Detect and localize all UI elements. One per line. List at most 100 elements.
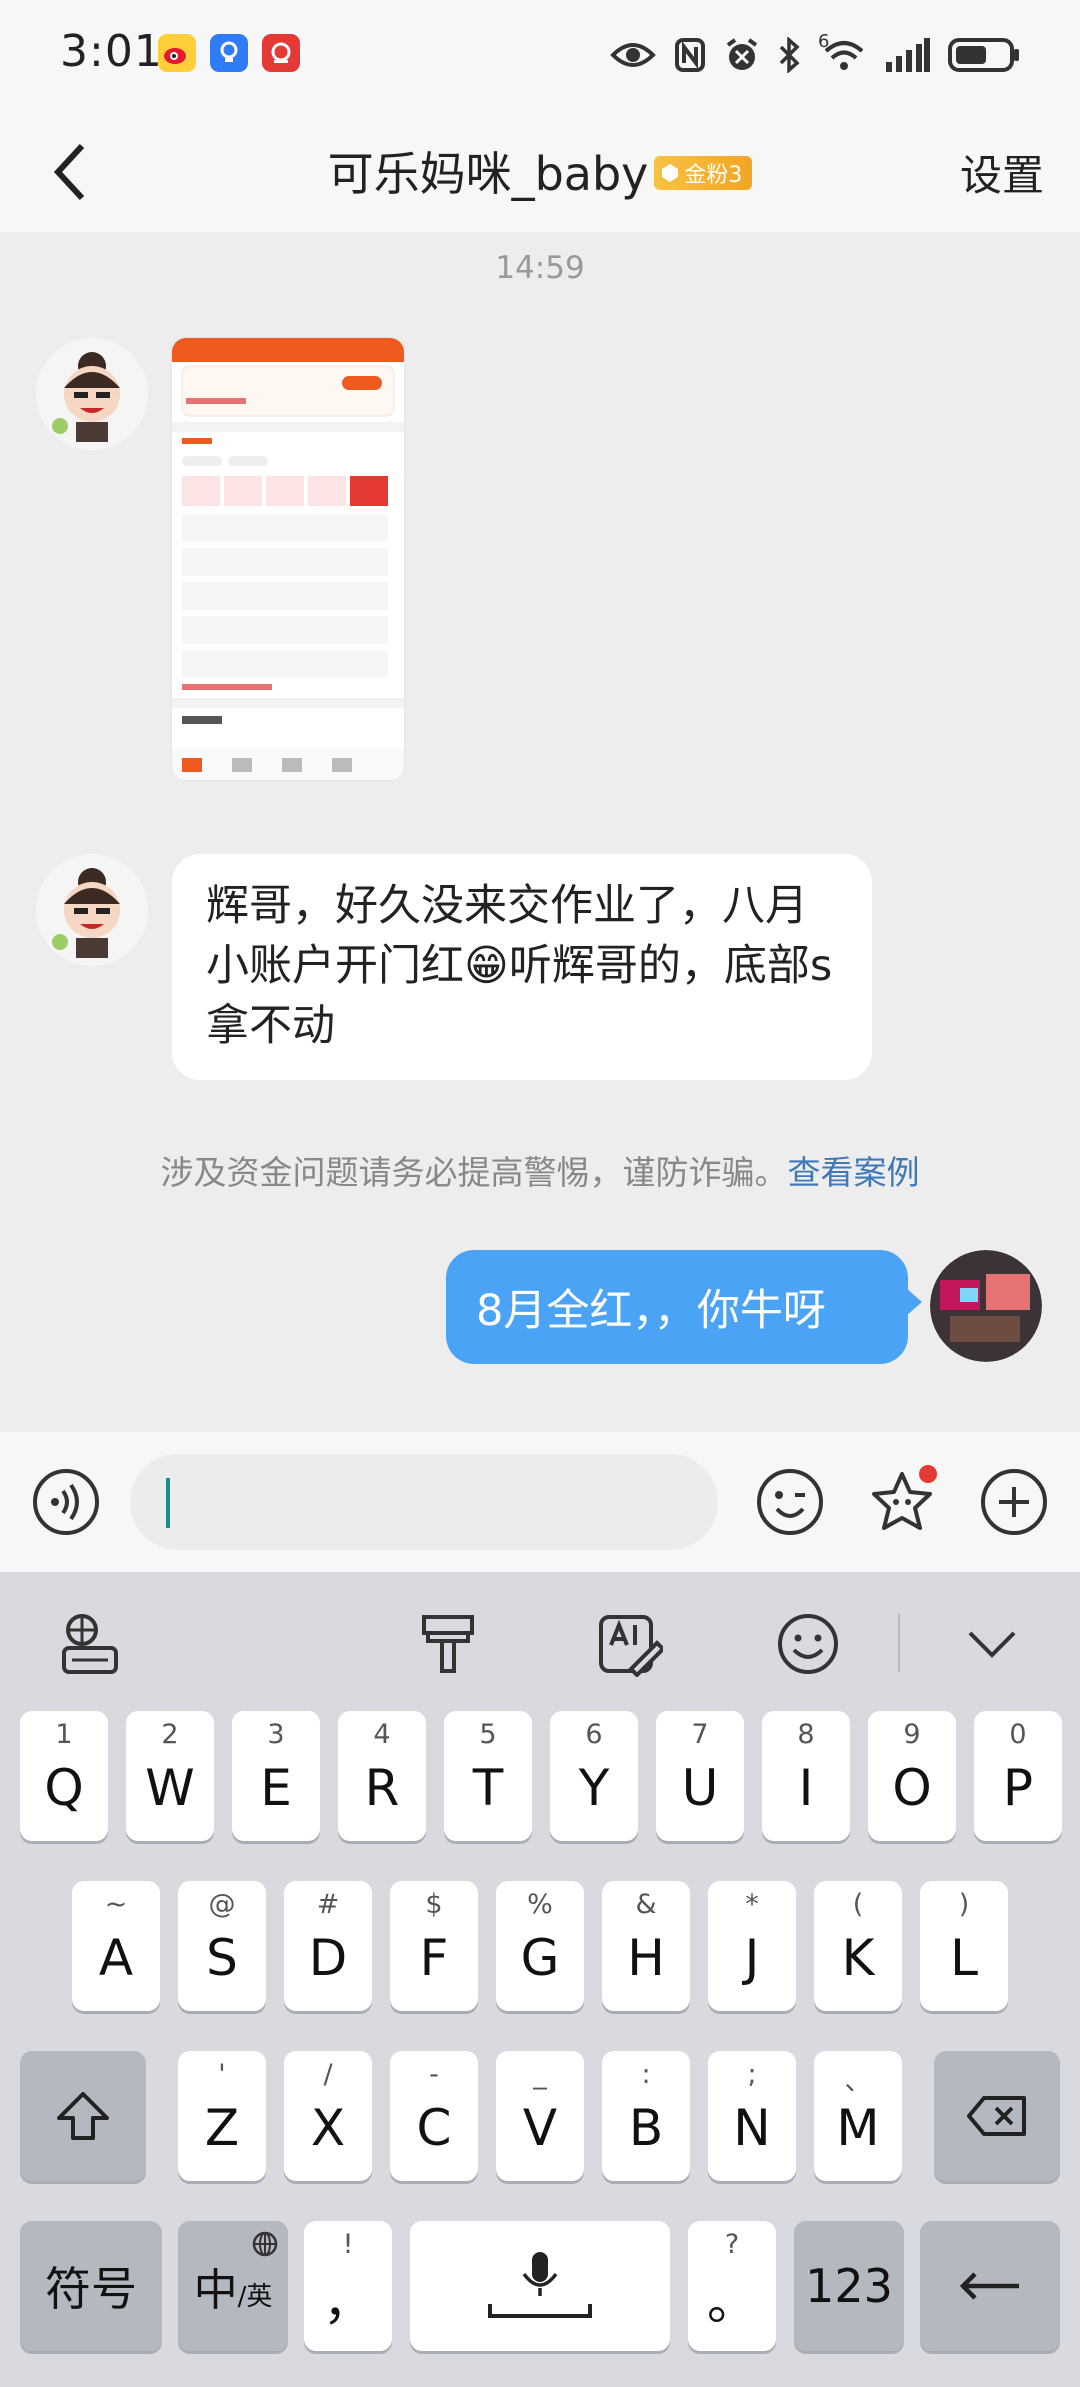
key-a[interactable]: ~ A [72,1881,160,2011]
key-main: X [310,2099,346,2157]
key-f[interactable]: $ F [390,1881,478,2011]
key-main: K [841,1929,875,1987]
ai-write-button[interactable] [592,1606,668,1682]
status-time: 3:01 [60,26,163,77]
key-j[interactable]: * J [708,1881,796,2011]
signal-icon [886,38,930,72]
comma-key[interactable]: !， [304,2221,392,2351]
period-key[interactable]: ?。 [688,2221,776,2351]
key-sub: ~ [104,1889,128,1920]
key-e[interactable]: 3E [232,1711,320,1841]
key-m[interactable]: 、 M [814,2051,902,2181]
key-o[interactable]: 9O [868,1711,956,1841]
my-avatar[interactable] [930,1250,1042,1362]
key-sub: / [323,2059,333,2090]
space-voice-key[interactable] [410,2221,670,2351]
key-r[interactable]: 4R [338,1711,426,1841]
key-sub: ' [218,2059,226,2090]
key-q[interactable]: 1Q [20,1711,108,1841]
symbols-key[interactable]: 符号 [20,2221,162,2351]
key-main: E [260,1759,292,1817]
language-key[interactable]: 中/英 [178,2221,288,2351]
wifi-label: 6 [818,31,830,52]
weibo-icon [158,34,196,72]
key-b[interactable]: :B [602,2051,690,2181]
key-main: L [950,1929,978,1987]
keyboard-settings-button[interactable] [52,1606,128,1682]
voice-toggle-button[interactable] [28,1464,104,1540]
key-main: N [733,2099,771,2157]
battery-icon [948,38,1019,72]
plus-icon [981,1469,1047,1535]
key-main: 。 [707,2273,757,2331]
key-sub: ( [852,1889,864,1920]
outgoing-message[interactable]: 8月全红，，你牛呀 [446,1250,922,1364]
key-sub: 9 [903,1719,921,1750]
key-main: 123 [805,2259,893,2313]
shift-icon [57,2092,109,2140]
key-main: G [520,1929,560,1987]
settings-button[interactable]: 设置 [960,142,1044,203]
key-u[interactable]: 7U [656,1711,744,1841]
key-z[interactable]: ' Z [178,2051,266,2181]
key-y[interactable]: 6Y [550,1711,638,1841]
message-list[interactable]: 14:59 辉哥，好久没来交作业了，八月小账户开门红😁听辉哥的，底部s拿不动 涉… [0,232,1080,1432]
key-c[interactable]: -C [390,2051,478,2181]
key-k[interactable]: (K [814,1881,902,2011]
text-cursor [166,1478,170,1528]
key-t[interactable]: 5T [444,1711,532,1841]
key-g[interactable]: % G [496,1881,584,2011]
key-main: D [308,1929,348,1987]
key-main: J [744,1929,760,1987]
key-sub: ! [342,2229,354,2260]
key-main: 符号 [45,2262,137,2316]
key-sub: 6 [585,1719,603,1750]
contact-avatar[interactable] [36,338,148,450]
shift-key[interactable] [20,2051,146,2181]
message-input[interactable] [130,1454,718,1550]
emoji-button[interactable] [752,1464,828,1540]
key-main: R [364,1759,400,1817]
key-main: P [1002,1759,1034,1817]
keyboard-emoji-button[interactable] [770,1606,846,1682]
key-sub: 1 [55,1719,73,1750]
lang-label: 中 [193,2265,238,2316]
backspace-key[interactable] [934,2051,1060,2181]
key-s[interactable]: @ S [178,1881,266,2011]
key-p[interactable]: 0P [974,1711,1062,1841]
globe-icon [252,2231,278,2257]
key-main: H [627,1929,665,1987]
contact-avatar[interactable] [36,854,148,966]
key-sub: _ [533,2059,547,2090]
key-main: Y [578,1759,610,1817]
key-main: T [472,1759,504,1817]
key-main: V [522,2099,558,2157]
key-sub: - [429,2059,439,2090]
numbers-key[interactable]: 123 [794,2221,904,2351]
sticker-button[interactable] [864,1464,940,1540]
page-title: 可乐妈咪_baby [327,147,649,201]
key-w[interactable]: 2W [126,1711,214,1841]
key-i[interactable]: 8I [762,1711,850,1841]
incoming-message[interactable]: 辉哥，好久没来交作业了，八月小账户开门红😁听辉哥的，底部s拿不动 [172,854,872,1080]
key-d[interactable]: # D [284,1881,372,2011]
key-sub: # [316,1889,340,1920]
skin-button[interactable] [410,1606,486,1682]
key-n[interactable]: ; N [708,2051,796,2181]
key-v[interactable]: _ V [496,2051,584,2181]
more-button[interactable] [976,1464,1052,1540]
nfc-icon [675,38,705,72]
key-h[interactable]: & H [602,1881,690,2011]
image-message[interactable] [172,338,404,780]
key-sub: ) [958,1889,970,1920]
enter-key[interactable] [920,2221,1060,2351]
backspace-icon [967,2096,1026,2136]
key-x[interactable]: / X [284,2051,372,2181]
key-l[interactable]: ) L [920,1881,1008,2011]
view-cases-link[interactable]: 查看案例 [788,1153,920,1192]
key-sub: 2 [161,1719,179,1750]
title-wrap: 可乐妈咪_baby 金粉3 [0,138,1080,204]
key-sub: 8 [797,1719,815,1750]
hide-keyboard-button[interactable] [954,1606,1030,1682]
bluetooth-icon [779,37,800,73]
